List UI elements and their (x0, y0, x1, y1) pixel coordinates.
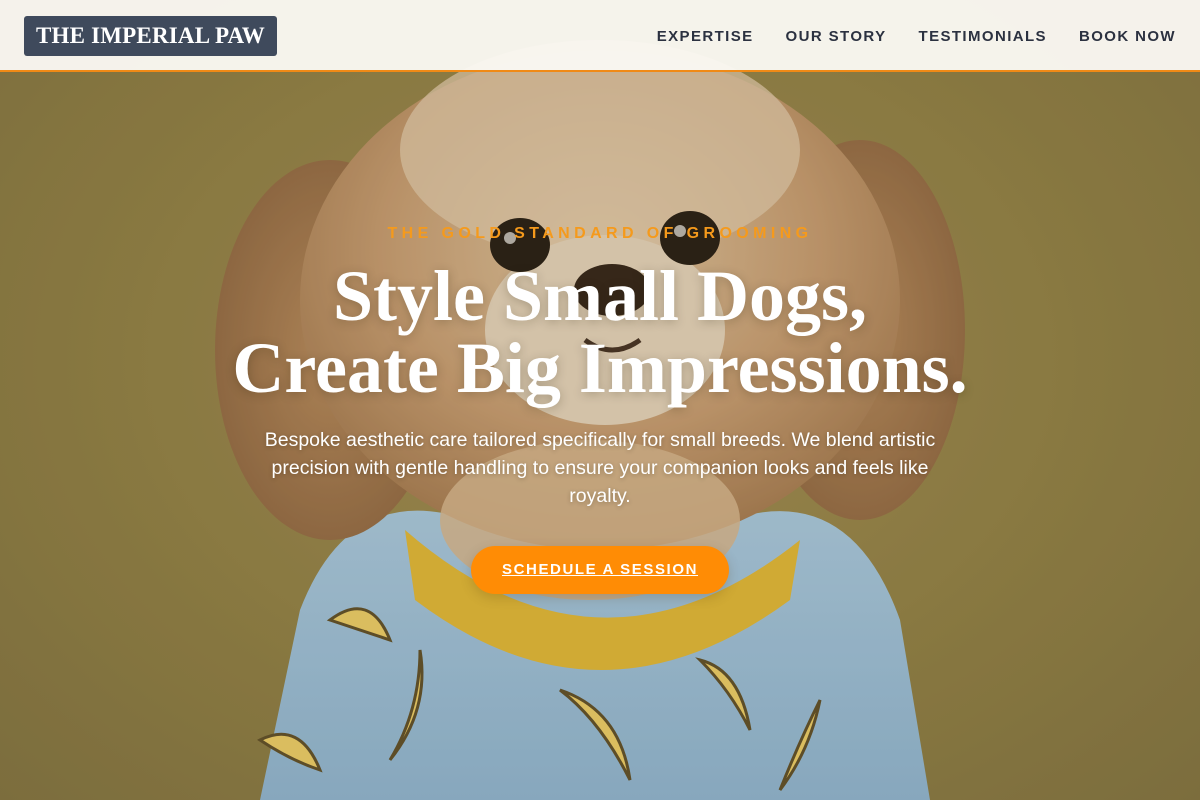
hero-headline-line-1: Style Small Dogs, (332, 256, 868, 336)
top-navbar: THE IMPERIAL PAW EXPERTISE OUR STORY TES… (0, 0, 1200, 72)
nav-link-expertise[interactable]: EXPERTISE (657, 28, 754, 45)
brand-logo[interactable]: THE IMPERIAL PAW (24, 16, 277, 56)
hero-section: THE GOLD STANDARD OF GROOMING Style Smal… (0, 222, 1200, 594)
main-nav: EXPERTISE OUR STORY TESTIMONIALS BOOK NO… (657, 0, 1176, 72)
hero-description: Bespoke aesthetic care tailored specific… (264, 429, 936, 507)
hero-headline-line-2: Create Big Impressions. (232, 328, 968, 408)
nav-link-our-story[interactable]: OUR STORY (786, 28, 887, 45)
schedule-session-button[interactable]: SCHEDULE A SESSION (471, 546, 729, 594)
hero-headline: Style Small Dogs, Create Big Impressions… (0, 260, 1200, 404)
hero-eyebrow: THE GOLD STANDARD OF GROOMING (387, 225, 813, 242)
nav-link-testimonials[interactable]: TESTIMONIALS (919, 28, 1047, 45)
nav-link-book-now[interactable]: BOOK NOW (1079, 28, 1176, 45)
